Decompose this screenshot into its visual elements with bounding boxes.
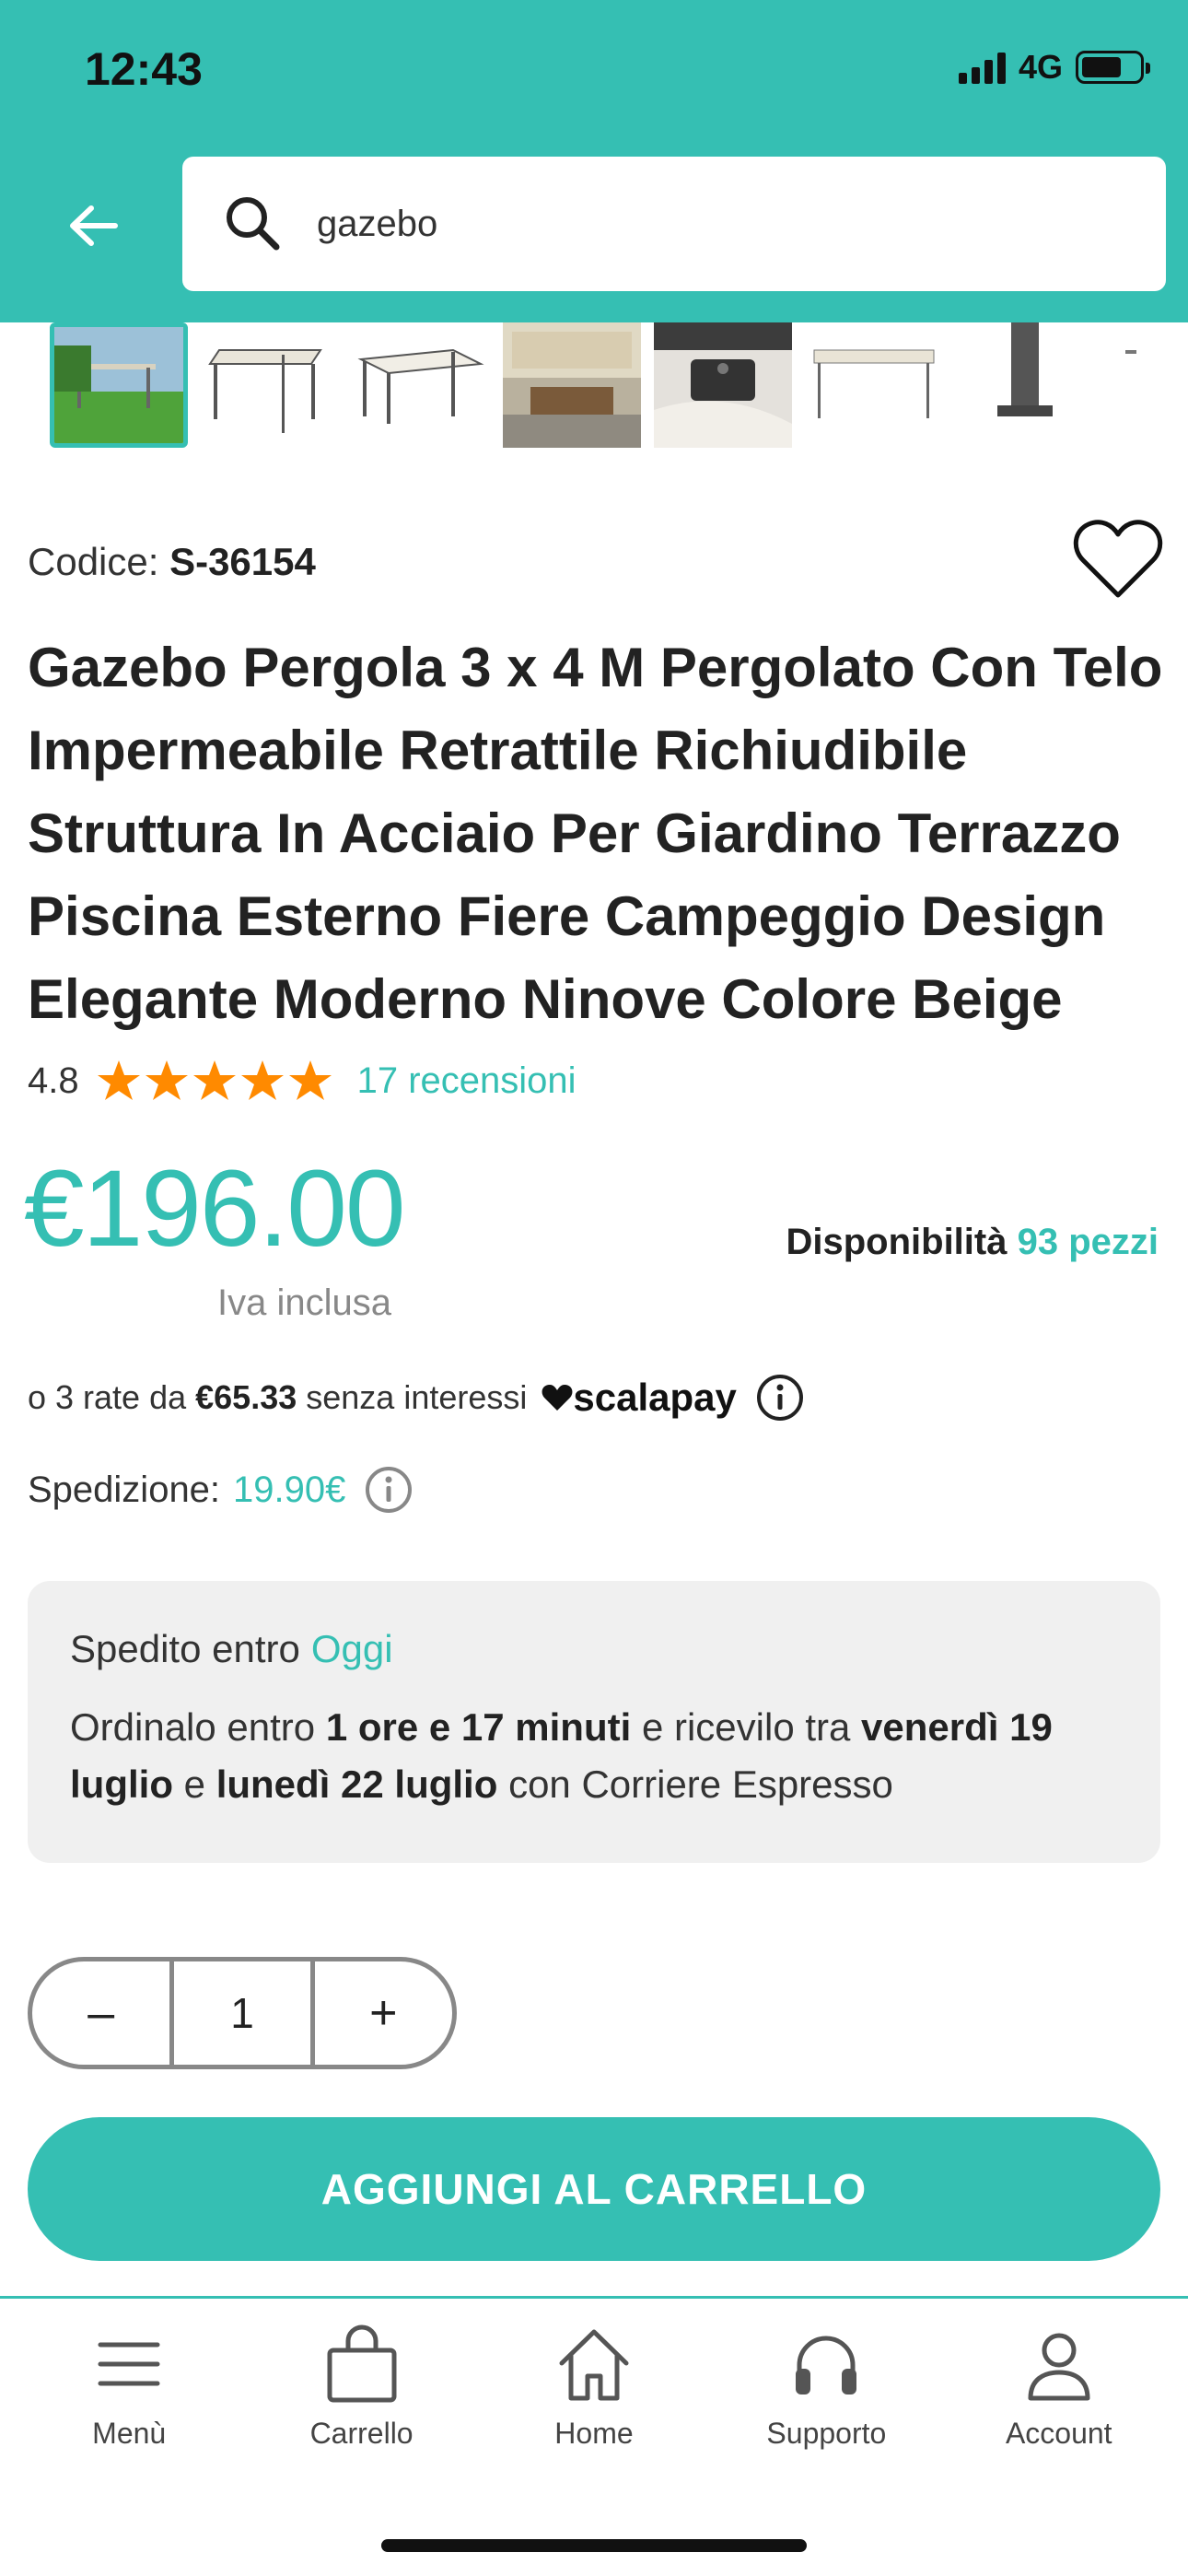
info-icon[interactable] xyxy=(755,1373,805,1423)
back-button[interactable] xyxy=(61,193,125,258)
nav-label: Home xyxy=(554,2417,634,2450)
quantity-stepper: – 1 + xyxy=(28,1957,457,2069)
nav-account[interactable]: Account xyxy=(953,2323,1165,2451)
shipped-within: Spedito entro Oggi xyxy=(70,1627,1118,1671)
star-icon xyxy=(145,1060,188,1100)
delivery-date-end: lunedì 22 luglio xyxy=(215,1762,498,1806)
heart-icon xyxy=(542,1385,573,1411)
battery-icon xyxy=(1076,51,1150,84)
increase-button[interactable]: + xyxy=(315,1961,452,2065)
nav-label: Supporto xyxy=(766,2417,887,2450)
nav-home[interactable]: Home xyxy=(488,2323,700,2451)
nav-label: Menù xyxy=(92,2417,167,2450)
add-to-cart-button[interactable]: AGGIUNGI AL CARRELLO xyxy=(28,2117,1160,2261)
order-text: Ordinalo entro xyxy=(70,1705,316,1749)
thumbnail-image[interactable] xyxy=(50,322,188,448)
menu-icon xyxy=(98,2342,160,2386)
search-input[interactable] xyxy=(317,203,1054,245)
bottom-navigation: Menù Carrello Home Supporto Account xyxy=(0,2296,1188,2576)
info-icon[interactable] xyxy=(364,1465,413,1515)
thumbnail-image[interactable] xyxy=(503,322,641,448)
star-icon xyxy=(240,1060,284,1100)
home-icon xyxy=(559,2329,629,2401)
star-icon xyxy=(97,1060,140,1100)
user-icon xyxy=(1028,2333,1090,2401)
availability: Disponibilità 93 pezzi xyxy=(786,1222,1159,1263)
installments-amount: €65.33 xyxy=(195,1378,297,1416)
installments-prefix: o 3 rate da xyxy=(28,1378,187,1416)
search-bar[interactable] xyxy=(182,157,1166,291)
nav-label: Carrello xyxy=(309,2417,413,2450)
courier-text: con Corriere Espresso xyxy=(508,1762,893,1806)
rating-value: 4.8 xyxy=(28,1060,79,1101)
installments-row: o 3 rate da €65.33 senza interessi scala… xyxy=(28,1373,805,1423)
order-time: 1 ore e 17 minuti xyxy=(325,1705,632,1749)
home-indicator xyxy=(381,2539,807,2552)
delivery-estimate: Ordinalo entro 1 ore e 17 minuti e ricev… xyxy=(70,1699,1118,1813)
nav-label: Account xyxy=(1005,2417,1112,2450)
quantity-value[interactable]: 1 xyxy=(169,1961,315,2065)
thumbnail-image[interactable] xyxy=(805,322,943,448)
thumbnail-image[interactable] xyxy=(956,322,1094,448)
order-text: e xyxy=(183,1762,206,1806)
star-icon xyxy=(192,1060,236,1100)
product-price: €196.00 xyxy=(24,1148,406,1270)
product-title: Gazebo Pergola 3 x 4 M Pergolato Con Tel… xyxy=(28,637,1163,1030)
delivery-info: Spedito entro Oggi Ordinalo entro 1 ore e… xyxy=(28,1581,1160,1863)
signal-icon xyxy=(958,51,1006,84)
nav-menu[interactable]: Menù xyxy=(23,2323,235,2451)
thumbnail-image[interactable] xyxy=(1107,322,1136,448)
heart-icon[interactable] xyxy=(1072,516,1164,601)
shipped-label: Spedito entro xyxy=(70,1627,300,1670)
order-text: e ricevilo tra xyxy=(641,1705,851,1749)
scalapay-brand: scalapay xyxy=(573,1376,737,1419)
product-code-label: Codice: xyxy=(28,540,159,583)
arrow-left-icon xyxy=(70,205,118,246)
shipping-cost: 19.90€ xyxy=(233,1469,346,1510)
thumbnail-image[interactable] xyxy=(201,322,339,448)
nav-support[interactable]: Supporto xyxy=(720,2323,932,2451)
installments-suffix: senza interessi xyxy=(306,1378,528,1416)
search-icon xyxy=(227,197,280,251)
app-header: 12:43 4G xyxy=(0,0,1188,322)
image-thumbnails[interactable] xyxy=(50,322,1136,451)
thumbnail-image[interactable] xyxy=(352,322,490,448)
network-type: 4G xyxy=(1018,48,1063,86)
availability-label: Disponibilità xyxy=(786,1222,1007,1262)
reviews-link[interactable]: 17 recensioni xyxy=(357,1060,577,1102)
product-code: Codice: S-36154 xyxy=(28,540,316,584)
shipped-value: Oggi xyxy=(310,1627,393,1670)
nav-cart[interactable]: Carrello xyxy=(256,2323,468,2451)
decrease-button[interactable]: – xyxy=(32,1961,169,2065)
status-time: 12:43 xyxy=(85,43,203,95)
rating-row: 4.8 17 recensioni xyxy=(28,1058,577,1104)
star-icon xyxy=(288,1060,332,1100)
scalapay-logo: scalapay xyxy=(542,1376,737,1420)
shipping-row: Spedizione: 19.90€ xyxy=(28,1465,413,1515)
cart-icon xyxy=(327,2324,397,2403)
availability-qty: 93 pezzi xyxy=(1017,1222,1159,1262)
rating-stars xyxy=(96,1058,333,1104)
thumbnail-image[interactable] xyxy=(654,322,792,448)
shipping-label: Spedizione: xyxy=(28,1469,221,1510)
product-code-value: S-36154 xyxy=(169,540,316,583)
status-indicators: 4G xyxy=(958,48,1150,87)
headset-icon xyxy=(796,2336,857,2395)
vat-note: Iva inclusa xyxy=(217,1282,391,1323)
